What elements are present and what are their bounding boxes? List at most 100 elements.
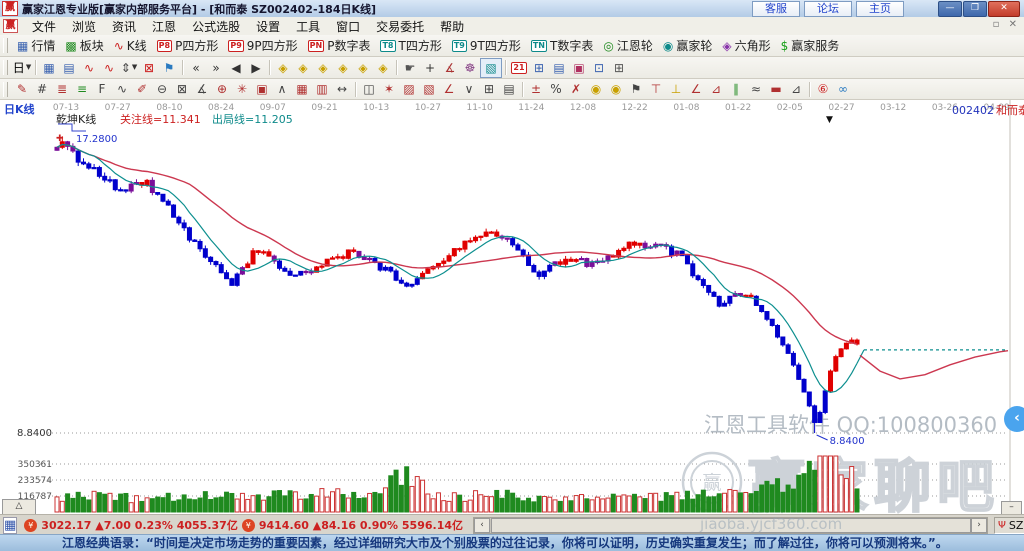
shade-box-1-button[interactable]: ▨ <box>399 80 419 98</box>
box-tool-button[interactable]: ▣ <box>252 80 272 98</box>
crosshair-button[interactable]: + <box>420 59 440 77</box>
gann-diamond-4-button[interactable]: ◈ <box>333 59 353 77</box>
trend-up-button[interactable]: ∠ <box>686 80 706 98</box>
menu-item-tools[interactable]: 工具 <box>288 18 328 35</box>
percent-button[interactable]: % <box>546 80 566 98</box>
mdi-pane-controls[interactable]: ▫ ✕ <box>993 19 1020 30</box>
scale-toggle-button[interactable]: ⇕▼ <box>119 59 139 77</box>
gold-coin-2-button[interactable]: ◉ <box>606 80 626 98</box>
side-panel-expander-button[interactable]: ‹ <box>1004 406 1024 432</box>
current-symbol-box[interactable]: Ψ SZ399001,深证成指 <box>994 517 1024 534</box>
panel-tool-button[interactable]: ▤ <box>499 80 519 98</box>
measure-button[interactable]: ⊿ <box>786 80 806 98</box>
minimize-button[interactable]: — <box>938 1 962 17</box>
export-data-button[interactable]: ⊞ <box>609 59 629 77</box>
quotes-button[interactable]: ▦行情 <box>12 36 60 55</box>
star-tool-button[interactable]: ✳ <box>232 80 252 98</box>
fib-levels-button[interactable]: F <box>92 80 112 98</box>
p-square-button[interactable]: P8P四方形 <box>152 36 224 55</box>
hline-tool-button[interactable]: ⊤ <box>646 80 666 98</box>
chart-horizontal-scrollbar[interactable]: ‹ › <box>473 517 988 534</box>
wheel-tool-button[interactable]: ☸ <box>460 59 480 77</box>
kline-chart[interactable]: 07-1307-2708-1008-2409-0709-2110-1310-27… <box>0 100 1024 514</box>
channel-button[interactable]: ∥ <box>726 80 746 98</box>
toolbar-grip[interactable] <box>3 82 8 97</box>
gann-grid-2-button[interactable]: ≡ <box>72 80 92 98</box>
hexagon-button[interactable]: ◈六角形 <box>717 36 775 55</box>
peak-marker-button[interactable]: ∧ <box>272 80 292 98</box>
winner-wheel-button[interactable]: ◉赢家轮 <box>658 36 718 55</box>
gann-diamond-2-button[interactable]: ◈ <box>293 59 313 77</box>
ratio-tool-button[interactable]: ± <box>526 80 546 98</box>
sectors-button[interactable]: ▩板块 <box>60 36 108 55</box>
span-tool-button[interactable]: ↔ <box>332 80 352 98</box>
go-prev-button[interactable]: ◀ <box>226 59 246 77</box>
gann-diamond-5-button[interactable]: ◈ <box>353 59 373 77</box>
gann-wheel-button[interactable]: ◎江恩轮 <box>598 36 658 55</box>
infinity-button[interactable]: ∞ <box>833 80 853 98</box>
ray-fan-button[interactable]: ✶ <box>379 80 399 98</box>
angle-line-button[interactable]: ∠ <box>439 80 459 98</box>
menu-item-file[interactable]: 文件 <box>24 18 64 35</box>
tower-1-button[interactable]: ▦ <box>292 80 312 98</box>
go-last-button[interactable]: » <box>206 59 226 77</box>
wave-tool-button[interactable]: ∿ <box>112 80 132 98</box>
mini-kline-2-button[interactable]: ∿ <box>99 59 119 77</box>
scroll-right-arrow[interactable]: › <box>971 518 987 533</box>
export-image-button[interactable]: ⊡ <box>589 59 609 77</box>
angle-a-button[interactable]: ∡ <box>192 80 212 98</box>
sh-index-quote[interactable]: 3022.17 ▲7.00 0.23% 4055.37亿 <box>41 517 238 533</box>
p-number-table-button[interactable]: PNP数字表 <box>303 36 376 55</box>
scroll-left-arrow[interactable]: ‹ <box>474 518 490 533</box>
layout-window-button[interactable]: ▦ <box>39 59 59 77</box>
menu-item-browse[interactable]: 浏览 <box>64 18 104 35</box>
area-tool-button[interactable]: ▬ <box>766 80 786 98</box>
support-link-button[interactable]: 客服 <box>752 1 800 17</box>
indicator-toggle-button[interactable]: △ <box>2 499 36 515</box>
angle-pencil-button[interactable]: ✐ <box>132 80 152 98</box>
home-link-button[interactable]: 主页 <box>856 1 904 17</box>
pane-tab-label[interactable]: 日K线 <box>4 102 35 116</box>
notes-button[interactable]: ▤ <box>549 59 569 77</box>
menu-item-settings[interactable]: 设置 <box>248 18 288 35</box>
t-number-table-button[interactable]: TNT数字表 <box>526 36 599 55</box>
ball-six-button[interactable]: ⑥ <box>813 80 833 98</box>
volume-pane-collapse-button[interactable]: – <box>1001 501 1022 515</box>
mini-kline-1-button[interactable]: ∿ <box>79 59 99 77</box>
menu-item-trading[interactable]: 交易委托 <box>368 18 432 35</box>
menu-item-formula-picker[interactable]: 公式选股 <box>184 18 248 35</box>
percent-x-button[interactable]: ✗ <box>566 80 586 98</box>
calculator-button[interactable]: ⊞ <box>529 59 549 77</box>
grid-plus-button[interactable]: ⊞ <box>479 80 499 98</box>
gann-circle-button[interactable]: ⊕ <box>212 80 232 98</box>
period-selector-button[interactable]: 日▼ <box>12 59 32 77</box>
save-button[interactable]: ▣ <box>569 59 589 77</box>
gann-diamond-1-button[interactable]: ◈ <box>273 59 293 77</box>
angle-measure-button[interactable]: ∡ <box>440 59 460 77</box>
shade-box-2-button[interactable]: ▧ <box>419 80 439 98</box>
forum-link-button[interactable]: 论坛 <box>804 1 852 17</box>
cycle-tool-button[interactable]: ⊖ <box>152 80 172 98</box>
kline-button[interactable]: ∿K线 <box>109 36 152 55</box>
indicator-flag-button[interactable]: ⚑ <box>159 59 179 77</box>
gann-diamond-3-button[interactable]: ◈ <box>313 59 333 77</box>
menu-item-window[interactable]: 窗口 <box>328 18 368 35</box>
toolbar-grip[interactable] <box>3 60 8 75</box>
gann-grid-1-button[interactable]: ≣ <box>52 80 72 98</box>
vline-tool-button[interactable]: ⊥ <box>666 80 686 98</box>
sh-index-icon[interactable]: ¥ <box>24 519 37 532</box>
check-tool-button[interactable]: ∨ <box>459 80 479 98</box>
winner-service-button[interactable]: $赢家服务 <box>776 36 845 55</box>
gold-coin-1-button[interactable]: ◉ <box>586 80 606 98</box>
menu-item-help[interactable]: 帮助 <box>432 18 472 35</box>
trend-tri-button[interactable]: ⊿ <box>706 80 726 98</box>
sz-index-quote[interactable]: 9414.60 ▲84.16 0.90% 5596.14亿 <box>259 517 463 533</box>
restore-button[interactable]: ❐ <box>963 1 987 17</box>
menu-item-news[interactable]: 资讯 <box>104 18 144 35</box>
p9-square-button[interactable]: P99P四方形 <box>223 36 302 55</box>
steps-button[interactable]: ≈ <box>746 80 766 98</box>
grid-n2-button[interactable]: ⊠ <box>172 80 192 98</box>
drag-hand-button[interactable]: ☛ <box>400 59 420 77</box>
flag-measure-button[interactable]: ⚑ <box>626 80 646 98</box>
scrollbar-thumb[interactable] <box>491 518 971 533</box>
